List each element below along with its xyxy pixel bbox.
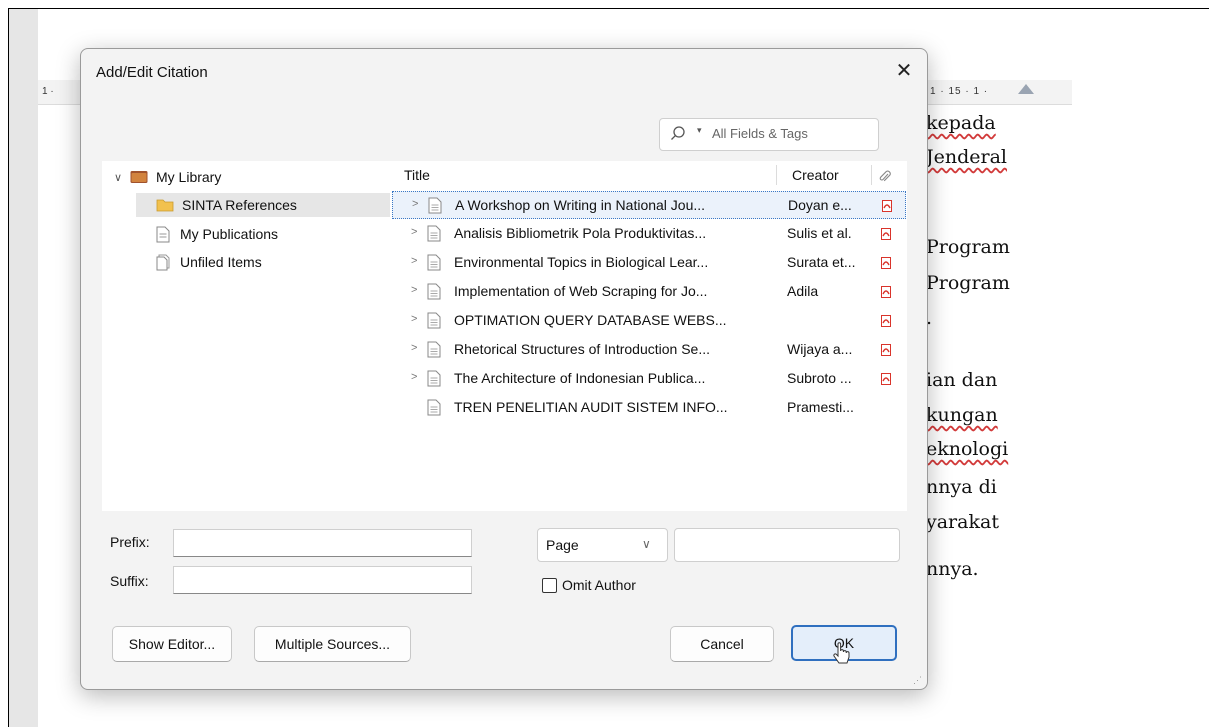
tree-my-library[interactable]: ∨ My Library xyxy=(114,165,221,189)
ruler-right-label: 1 · 15 · 1 · xyxy=(930,86,989,97)
document-line: kungan xyxy=(926,404,998,426)
pdf-icon[interactable] xyxy=(881,228,891,240)
unfiled-icon xyxy=(156,254,170,270)
document-icon xyxy=(156,226,170,242)
pdf-icon[interactable] xyxy=(881,286,891,298)
document-line: Program xyxy=(926,236,1010,258)
tree-item-label: Unfiled Items xyxy=(180,254,262,270)
show-editor-button[interactable]: Show Editor... xyxy=(112,626,232,662)
tree-unfiled-items[interactable]: Unfiled Items xyxy=(156,250,262,274)
resize-grip-icon[interactable]: ⋰ xyxy=(913,675,922,686)
item-row[interactable]: > Environmental Topics in Biological Lear… xyxy=(392,249,906,277)
locator-selected: Page xyxy=(546,537,579,553)
item-title: OPTIMATION QUERY DATABASE WEBS... xyxy=(454,312,727,328)
pdf-icon[interactable] xyxy=(882,200,892,212)
document-line: kepada xyxy=(926,112,996,134)
chevron-right-icon[interactable]: > xyxy=(411,255,417,267)
item-title: Rhetorical Structures of Introduction Se… xyxy=(454,341,711,357)
chevron-right-icon[interactable]: > xyxy=(411,371,417,383)
search-input[interactable]: ▾ All Fields & Tags xyxy=(659,118,879,151)
item-title: Analisis Bibliometrik Pola Produktivitas… xyxy=(454,225,707,241)
document-icon xyxy=(428,197,442,214)
locator-field[interactable] xyxy=(674,528,900,562)
document-line: nnya. xyxy=(926,558,979,580)
tree-sinta-references[interactable]: SINTA References xyxy=(136,193,390,217)
add-edit-citation-dialog: Add/Edit Citation ✕ ▾ All Fields & Tags … xyxy=(80,48,928,690)
item-title: Implementation of Web Scraping for Jo... xyxy=(454,283,708,299)
document-icon xyxy=(427,399,441,416)
pdf-icon[interactable] xyxy=(881,257,891,269)
document-line: yarakat xyxy=(926,511,999,533)
document-line: Jenderal xyxy=(926,146,1007,168)
search-icon xyxy=(671,126,685,140)
prefix-label: Prefix: xyxy=(110,534,150,550)
multiple-sources-button[interactable]: Multiple Sources... xyxy=(254,626,411,662)
document-icon xyxy=(427,283,441,300)
document-icon xyxy=(427,370,441,387)
word-right-margin xyxy=(1072,9,1209,727)
document-line: Program xyxy=(926,272,1010,294)
locator-select[interactable]: Page ∨ xyxy=(537,528,668,562)
chevron-right-icon[interactable]: > xyxy=(411,313,417,325)
chevron-right-icon[interactable]: > xyxy=(412,198,418,210)
item-row[interactable]: > Rhetorical Structures of Introduction S… xyxy=(392,336,906,364)
ruler-left-label: 1 · xyxy=(42,86,54,97)
document-icon xyxy=(427,312,441,329)
pdf-icon[interactable] xyxy=(881,373,891,385)
chevron-right-icon[interactable]: > xyxy=(411,284,417,296)
column-creator[interactable]: Creator xyxy=(792,161,839,189)
document-icon xyxy=(427,254,441,271)
search-mode-label: All Fields & Tags xyxy=(712,126,808,141)
suffix-field[interactable] xyxy=(173,566,472,594)
document-icon xyxy=(427,341,441,358)
chevron-right-icon[interactable]: > xyxy=(411,226,417,238)
item-creator: Subroto ... xyxy=(787,370,852,386)
item-row[interactable]: TREN PENELITIAN AUDIT SISTEM INFO... Pram… xyxy=(392,394,906,422)
pdf-icon[interactable] xyxy=(881,315,891,327)
document-line: nnya di xyxy=(926,476,997,498)
document-line: eknologi xyxy=(926,438,1009,460)
item-creator: Adila xyxy=(787,283,819,299)
chevron-down-icon[interactable]: ∨ xyxy=(114,171,130,184)
column-divider[interactable] xyxy=(871,165,872,185)
item-title: Environmental Topics in Biological Lear.… xyxy=(454,254,709,270)
item-creator: Surata et... xyxy=(787,254,856,270)
mouse-cursor-icon xyxy=(833,642,850,664)
column-divider[interactable] xyxy=(776,165,777,185)
dialog-title: Add/Edit Citation xyxy=(96,64,208,81)
item-creator: Sulis et al. xyxy=(787,225,852,241)
chevron-right-icon[interactable]: > xyxy=(411,342,417,354)
search-mode-caret-icon[interactable]: ▾ xyxy=(697,125,702,136)
folder-icon xyxy=(156,199,174,212)
prefix-field[interactable] xyxy=(173,529,472,557)
item-creator: Doyan e... xyxy=(788,197,852,213)
item-creator: Wijaya a... xyxy=(787,341,853,357)
paperclip-icon[interactable] xyxy=(879,170,891,184)
document-icon xyxy=(427,225,441,242)
item-row[interactable]: > The Architecture of Indonesian Publica.… xyxy=(392,365,906,393)
chevron-down-icon: ∨ xyxy=(642,537,651,551)
item-title: The Architecture of Indonesian Publica..… xyxy=(454,370,706,386)
column-title[interactable]: Title xyxy=(404,161,430,189)
tree-my-library-label: My Library xyxy=(156,169,222,185)
close-icon[interactable]: ✕ xyxy=(891,59,917,85)
tree-item-label: My Publications xyxy=(180,226,279,242)
item-row[interactable]: > Analisis Bibliometrik Pola Produktivita… xyxy=(392,220,906,248)
item-title: A Workshop on Writing in National Jou... xyxy=(455,197,706,213)
omit-author-label[interactable]: Omit Author xyxy=(562,577,636,593)
indent-marker[interactable] xyxy=(1018,84,1034,94)
cancel-button[interactable]: Cancel xyxy=(670,626,774,662)
library-icon xyxy=(130,171,148,183)
suffix-label: Suffix: xyxy=(110,573,149,589)
pdf-icon[interactable] xyxy=(881,344,891,356)
tree-my-publications[interactable]: My Publications xyxy=(156,222,278,246)
document-line: ian dan xyxy=(926,369,998,391)
item-row[interactable]: > Implementation of Web Scraping for Jo..… xyxy=(392,278,906,306)
omit-author-checkbox[interactable] xyxy=(542,578,557,593)
item-creator: Pramesti... xyxy=(787,399,854,415)
item-title: TREN PENELITIAN AUDIT SISTEM INFO... xyxy=(454,399,728,415)
item-row[interactable]: > OPTIMATION QUERY DATABASE WEBS... xyxy=(392,307,906,335)
item-row[interactable]: > A Workshop on Writing in National Jou..… xyxy=(392,191,906,219)
tree-item-label: SINTA References xyxy=(182,197,297,213)
